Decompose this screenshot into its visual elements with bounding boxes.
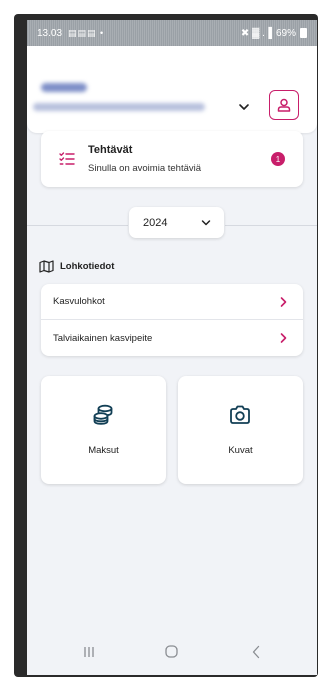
task-list-icon [59, 152, 75, 165]
year-divider-left [27, 225, 128, 226]
back-icon[interactable] [251, 645, 261, 659]
notification-icons: ▤▤▤ • [68, 27, 105, 38]
tasks-count-badge: 1 [271, 152, 285, 166]
list-item-kasvulohkot[interactable]: Kasvulohkot [41, 284, 303, 320]
section-title: Lohkotiedot [60, 261, 115, 272]
camera-icon [230, 405, 250, 424]
battery-level: 69% [275, 27, 296, 39]
year-select[interactable]: 2024 [129, 207, 224, 238]
system-nav-bar [27, 634, 317, 675]
year-value: 2024 [143, 216, 168, 229]
map-icon [39, 260, 54, 273]
chevron-down-icon[interactable] [237, 100, 251, 114]
user-icon [277, 98, 291, 112]
tasks-card[interactable]: Tehtävät Sinulla on avoimia tehtäviä 1 [41, 131, 303, 187]
chevron-right-icon [280, 333, 287, 343]
status-bar: 13.03 ▤▤▤ • ✖ ▓ .▐ 69% [27, 20, 317, 46]
photos-tile-label: Kuvat [228, 445, 253, 456]
signal-icons: ✖ ▓ .▐ [240, 27, 272, 39]
payments-tile[interactable]: Maksut [41, 376, 166, 484]
battery-icon [300, 28, 307, 38]
home-icon[interactable] [165, 645, 178, 658]
list-item-label: Talviaikainen kasvipeite [53, 332, 153, 344]
farm-header [27, 46, 317, 133]
profile-button[interactable] [269, 90, 299, 120]
status-time: 13.03 [37, 27, 63, 39]
payments-tile-label: Maksut [88, 445, 119, 456]
list-item-label: Kasvulohkot [53, 296, 105, 307]
field-info-list: Kasvulohkot Talviaikainen kasvipeite [41, 284, 303, 356]
farm-details-redacted [33, 103, 205, 111]
chevron-down-icon [201, 220, 211, 226]
list-item-talviaikainen-kasvipeite[interactable]: Talviaikainen kasvipeite [41, 320, 303, 356]
coins-icon [93, 404, 113, 425]
farm-name-redacted [41, 83, 87, 92]
app-screen: 13.03 ▤▤▤ • ✖ ▓ .▐ 69% Tehtävät Sinulla … [27, 20, 317, 675]
chevron-right-icon [280, 297, 287, 307]
tasks-subtitle: Sinulla on avoimia tehtäviä [88, 163, 202, 174]
status-right: ✖ ▓ .▐ 69% [241, 28, 307, 39]
section-heading: Lohkotiedot [39, 260, 114, 273]
recent-apps-icon[interactable] [83, 646, 95, 658]
photos-tile[interactable]: Kuvat [178, 376, 303, 484]
tasks-title: Tehtävät [88, 144, 133, 156]
year-divider-right [225, 225, 317, 226]
